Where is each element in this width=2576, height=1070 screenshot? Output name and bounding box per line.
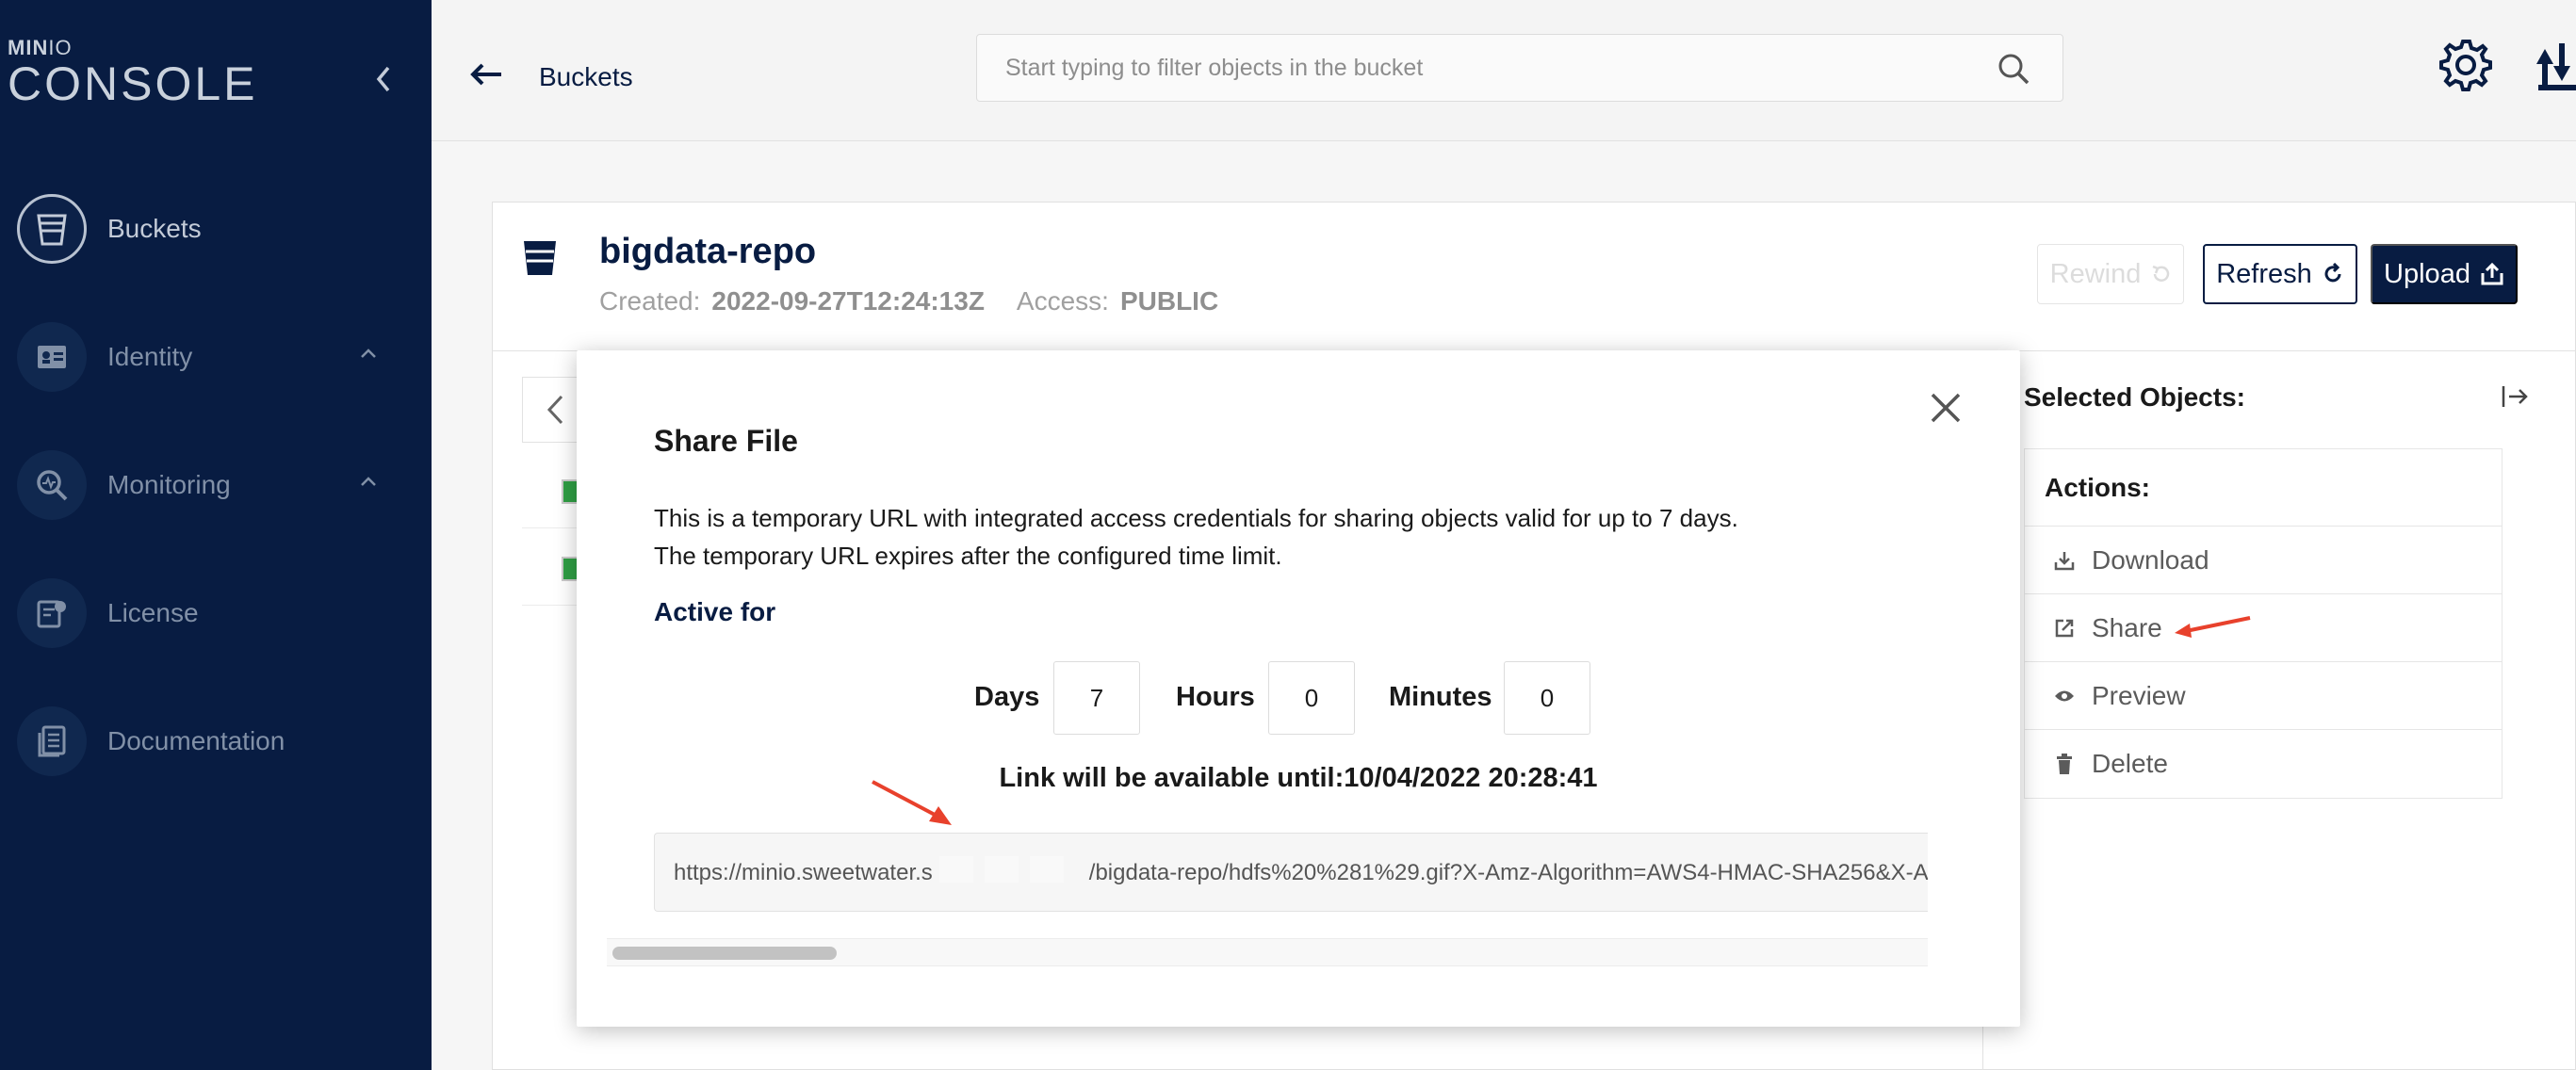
transfers-icon[interactable] [2536, 40, 2576, 92]
sidebar-item-license[interactable]: License [17, 577, 413, 649]
redaction-block [939, 856, 973, 883]
active-for-heading: Active for [654, 597, 776, 626]
duration-row: Days 7 Hours 0 Minutes 0 [577, 661, 2020, 735]
sidebar-item-buckets[interactable]: Buckets [17, 193, 413, 265]
redaction-block [985, 856, 1019, 883]
bucket-meta: Created: 2022-09-27T12:24:13Z Access: PUBLI… [599, 286, 1219, 316]
sidebar-item-identity[interactable]: Identity [17, 321, 413, 393]
breadcrumb[interactable]: Buckets [539, 62, 633, 92]
refresh-button[interactable]: Refresh [2203, 244, 2357, 304]
scrollbar-thumb[interactable] [612, 947, 837, 960]
top-header: Buckets [432, 0, 2576, 141]
close-panel-icon[interactable] [2501, 384, 2529, 409]
bucket-icon [524, 241, 556, 275]
object-filter-search[interactable] [976, 34, 2063, 102]
selected-objects-title: Selected Objects: [2024, 382, 2245, 412]
days-label: Days [974, 682, 1040, 712]
share-file-modal: Share File This is a temporary URL with … [577, 350, 2020, 1027]
rewind-icon [2152, 265, 2170, 282]
chevron-up-icon [361, 477, 376, 486]
days-input[interactable]: 7 [1053, 661, 1140, 735]
share-icon [2055, 619, 2074, 637]
action-share[interactable]: Share [2024, 593, 2503, 661]
sidebar: MINIO CONSOLE Buckets Identity Monitorin… [0, 0, 432, 1070]
sidebar-item-monitoring[interactable]: Monitoring [17, 449, 413, 521]
annotation-arrow [872, 780, 952, 825]
monitoring-icon [37, 470, 68, 501]
access-value: PUBLIC [1119, 286, 1219, 316]
hours-label: Hours [1176, 682, 1255, 712]
rewind-button[interactable]: Rewind [2037, 244, 2184, 304]
license-icon [37, 600, 66, 628]
upload-icon [2481, 262, 2503, 285]
redaction-block [1030, 856, 1064, 883]
sidebar-item-documentation[interactable]: Documentation [17, 705, 413, 777]
chevron-up-icon [361, 349, 376, 358]
sidebar-item-label: License [107, 598, 199, 627]
horizontal-scrollbar[interactable] [607, 938, 1928, 966]
sidebar-item-label: Monitoring [107, 470, 231, 499]
back-arrow-icon[interactable] [469, 62, 503, 87]
minutes-input[interactable]: 0 [1504, 661, 1590, 735]
bucket-icon [37, 214, 67, 246]
upload-button[interactable]: Upload [2371, 244, 2518, 304]
share-url-text[interactable]: https://minio.sweetwater.s/bigdata-repo/… [674, 860, 1928, 886]
minutes-label: Minutes [1389, 682, 1492, 712]
download-icon [2054, 551, 2075, 570]
sidebar-item-label: Identity [107, 342, 193, 371]
created-date: 2022-09-27T12:24:13Z [711, 286, 985, 316]
close-icon[interactable] [1930, 392, 1962, 424]
sidebar-item-label: Documentation [107, 726, 285, 755]
bucket-name: bigdata-repo [599, 232, 817, 271]
share-url-field[interactable]: https://minio.sweetwater.s/bigdata-repo/… [654, 833, 1928, 912]
hours-input[interactable]: 0 [1268, 661, 1355, 735]
link-expiry-text: Link will be available until:10/04/2022 … [999, 763, 1598, 793]
action-preview[interactable]: Preview [2024, 661, 2503, 729]
search-input[interactable] [1005, 52, 1948, 84]
document-icon [38, 725, 66, 757]
eye-icon [2055, 690, 2074, 701]
id-card-icon [38, 346, 66, 368]
minio-console-logo: MINIO CONSOLE [8, 36, 258, 110]
chevron-left-icon[interactable] [545, 394, 565, 426]
actions-title: Actions: [2045, 473, 2150, 502]
trash-icon [2057, 753, 2072, 774]
annotation-arrow [2175, 616, 2251, 638]
collapse-sidebar-icon[interactable] [373, 64, 394, 94]
action-delete[interactable]: Delete [2024, 729, 2503, 797]
modal-description: This is a temporary URL with integrated … [654, 504, 1738, 570]
sidebar-item-label: Buckets [107, 214, 202, 243]
modal-title: Share File [654, 424, 798, 458]
search-icon[interactable] [1997, 52, 2030, 86]
gear-icon[interactable] [2438, 38, 2493, 92]
action-download[interactable]: Download [2024, 526, 2503, 593]
refresh-icon [2324, 263, 2341, 283]
